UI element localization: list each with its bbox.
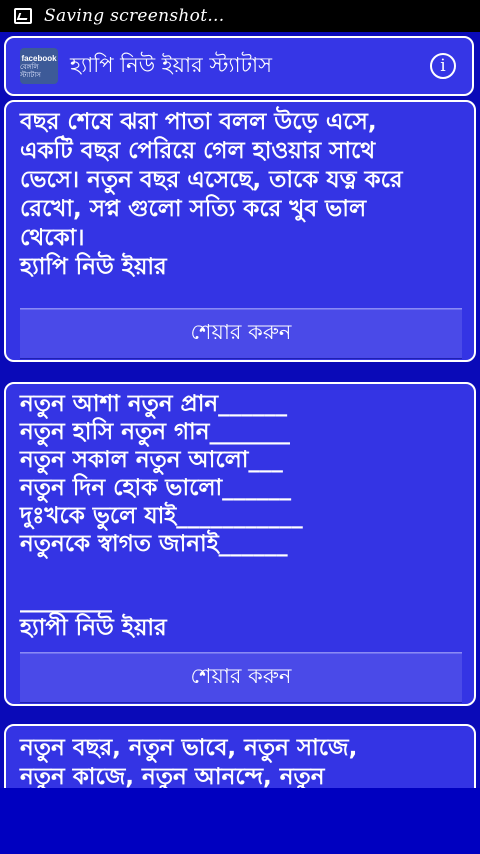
logo-top-text: facebook <box>21 53 57 63</box>
share-button-1[interactable]: শেয়ার করুন <box>20 308 462 358</box>
status-text-3: নতুন বছর, নতুন ভাবে, নতুন সাজে, নতুন কাজ… <box>20 735 358 790</box>
status-text-1: বছর শেষে ঝরা পাতা বলল উড়ে এসে, একটি বছর… <box>20 109 403 280</box>
screenshot-icon <box>14 8 32 24</box>
status-bar: Saving screenshot... <box>0 0 480 32</box>
status-text-2: নতুন আশা নতুন প্রান______ নতুন হাসি নতুন… <box>20 391 303 641</box>
app-title: হ্যাপি নিউ ইয়ার স্ট্যাটাস <box>70 52 272 77</box>
info-icon[interactable]: i <box>430 53 456 79</box>
status-text: Saving screenshot... <box>44 6 225 26</box>
app-logo: facebook বেঙ্গলি স্ট্যাটাস <box>20 48 58 84</box>
status-card-1: বছর শেষে ঝরা পাতা বলল উড়ে এসে, একটি বছর… <box>4 100 476 362</box>
status-card-2: নতুন আশা নতুন প্রান______ নতুন হাসি নতুন… <box>4 382 476 706</box>
bottom-area <box>0 788 480 854</box>
logo-bottom-text: বেঙ্গলি স্ট্যাটাস <box>20 62 41 79</box>
screen: Saving screenshot... facebook বেঙ্গলি স্… <box>0 0 480 854</box>
app-bar: facebook বেঙ্গলি স্ট্যাটাস হ্যাপি নিউ ইয… <box>4 36 474 96</box>
share-button-2[interactable]: শেয়ার করুন <box>20 652 462 702</box>
